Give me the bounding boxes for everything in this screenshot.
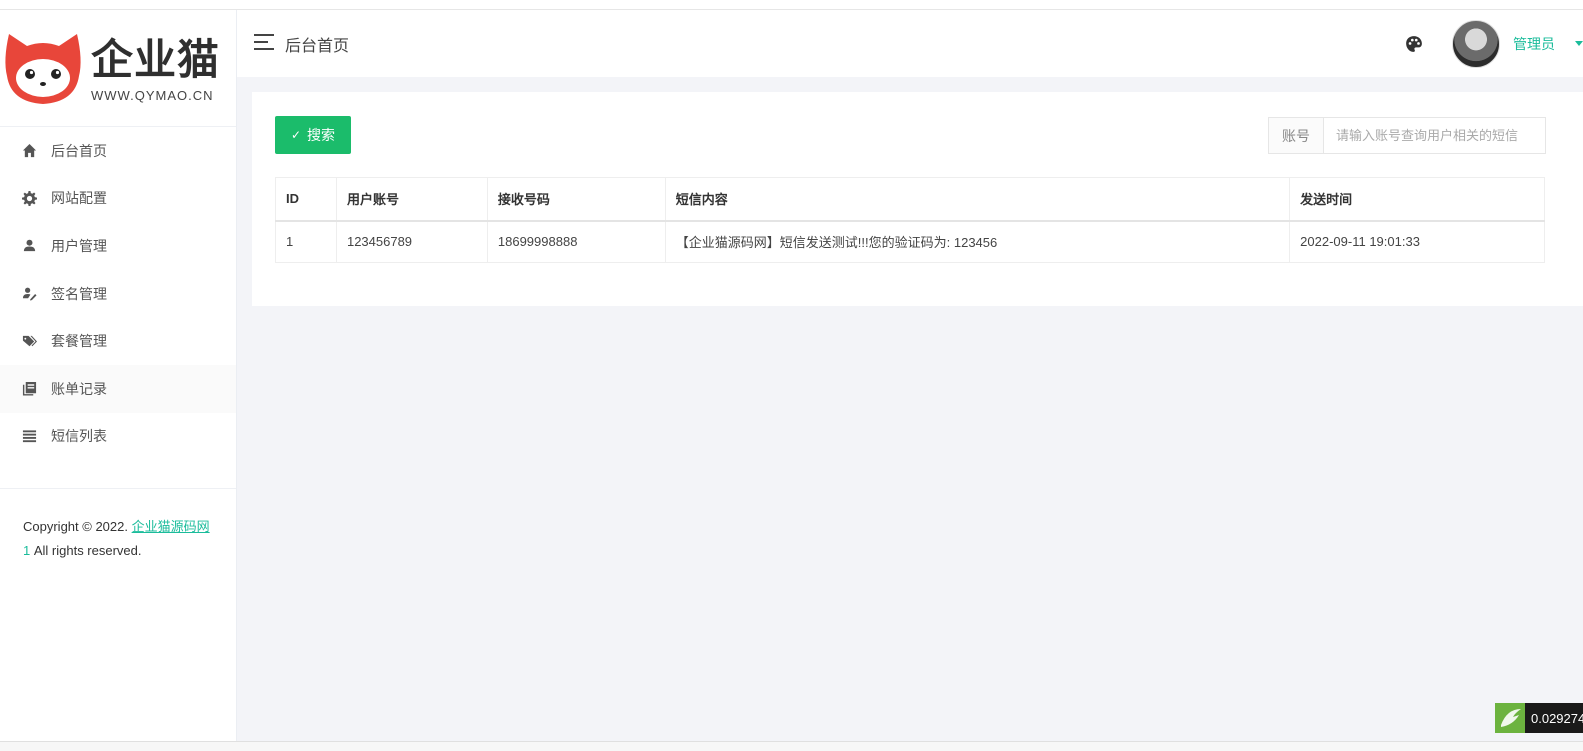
browser-status-bar: [0, 741, 1583, 751]
menu-toggle-icon[interactable]: [254, 34, 274, 50]
page-title: 后台首页: [285, 38, 350, 55]
copyright-suffix: All rights reserved.: [30, 543, 142, 559]
chevron-down-icon[interactable]: [1575, 41, 1583, 46]
column-header-content: 短信内容: [664, 177, 1291, 222]
top-header: 后台首页 管理员: [237, 10, 1583, 77]
column-header-send-time: 发送时间: [1289, 177, 1545, 222]
cell-receiver: 18699998888: [486, 220, 666, 263]
timer-readout: 0.029274: [1525, 703, 1583, 733]
browser-top-strip: [0, 0, 1583, 10]
cell-user-account: 123456789: [335, 220, 488, 263]
sidebar-item-users[interactable]: 用户管理: [0, 222, 236, 270]
column-header-receiver: 接收号码: [486, 177, 666, 222]
cat-logo-icon: [5, 34, 81, 104]
account-search-group: 账号: [1268, 117, 1546, 154]
gear-icon: [20, 189, 38, 207]
table-header-row: ID 用户账号 接收号码 短信内容 发送时间: [275, 177, 1545, 222]
sidebar-item-label: 用户管理: [51, 237, 107, 254]
copyright-link[interactable]: 企业猫源码网: [132, 519, 210, 534]
logo-brand-name: 企业猫: [91, 35, 221, 84]
user-name[interactable]: 管理员: [1513, 34, 1555, 54]
column-header-id: ID: [275, 177, 337, 222]
sidebar: 企业猫 WWW.QYMAO.CN 后台首页 网站配置 用户管理 签名管理 套餐管…: [0, 10, 237, 741]
copyright-prefix: Copyright © 2022.: [23, 519, 128, 535]
sidebar-item-signatures[interactable]: 签名管理: [0, 270, 236, 318]
account-search-input[interactable]: [1324, 118, 1545, 153]
sidebar-item-home[interactable]: 后台首页: [0, 127, 236, 175]
home-icon: [20, 142, 38, 160]
sidebar-item-packages[interactable]: 套餐管理: [0, 317, 236, 365]
sidebar-item-label: 网站配置: [51, 190, 107, 207]
book-icon: [20, 380, 38, 398]
sidebar-item-label: 短信列表: [51, 428, 107, 445]
cell-content: 【企业猫源码网】短信发送测试!!!您的验证码为: 123456: [664, 220, 1291, 263]
cell-id: 1: [275, 220, 337, 263]
sidebar-item-label: 后台首页: [51, 142, 107, 159]
search-button-label: 搜索: [307, 127, 336, 143]
floating-widget-icon[interactable]: [1495, 703, 1525, 733]
sidebar-item-label: 套餐管理: [51, 333, 107, 350]
user-icon: [20, 237, 38, 255]
search-button[interactable]: ✓ 搜索: [275, 116, 351, 154]
table-row[interactable]: 1 123456789 18699998888 【企业猫源码网】短信发送测试!!…: [275, 220, 1545, 263]
sidebar-item-site-config[interactable]: 网站配置: [0, 175, 236, 223]
signature-icon: [20, 285, 38, 303]
list-icon: [20, 427, 38, 445]
palette-icon[interactable]: [1405, 35, 1423, 53]
logo-url-text: WWW.QYMAO.CN: [91, 88, 214, 103]
check-icon: ✓: [290, 128, 302, 142]
content-card: ✓ 搜索 账号 ID 用户账号 接收号码 短信内容 发送时间 1 1234567…: [252, 92, 1583, 306]
copyright: Copyright © 2022. 企业猫源码网 1 All rights re…: [0, 489, 236, 563]
logo[interactable]: 企业猫 WWW.QYMAO.CN: [0, 10, 236, 127]
sidebar-menu: 后台首页 网站配置 用户管理 签名管理 套餐管理 账单记录 短信列表: [0, 127, 236, 460]
tags-icon: [20, 332, 38, 350]
sidebar-item-label: 账单记录: [51, 380, 107, 397]
account-label: 账号: [1269, 118, 1324, 153]
sidebar-item-sms-list[interactable]: 短信列表: [0, 413, 236, 461]
sidebar-item-bills[interactable]: 账单记录: [0, 364, 236, 413]
column-header-user-account: 用户账号: [335, 177, 488, 222]
avatar[interactable]: [1452, 20, 1500, 68]
cell-send-time: 2022-09-11 19:01:33: [1289, 220, 1545, 263]
sms-table: ID 用户账号 接收号码 短信内容 发送时间 1 123456789 18699…: [275, 177, 1545, 263]
sidebar-item-label: 签名管理: [51, 285, 107, 302]
